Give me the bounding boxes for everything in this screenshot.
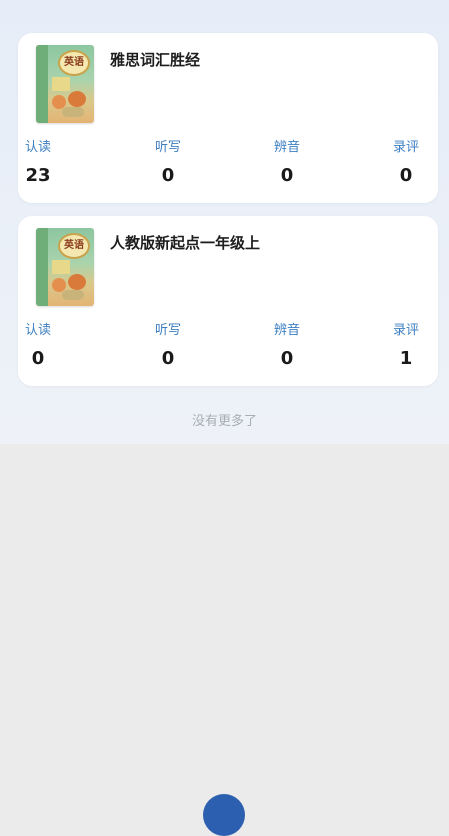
stat-label: 听写	[154, 140, 181, 155]
cover-label	[52, 260, 70, 274]
stat-label: 录评	[392, 323, 419, 338]
stat-label: 听写	[154, 323, 181, 338]
stat-phonics[interactable]: 辨音 0	[247, 138, 327, 188]
cover-label	[52, 77, 70, 91]
book-title: 人教版新起点一年级上	[110, 234, 261, 252]
stat-value: 0	[161, 165, 175, 186]
stat-label: 辨音	[273, 323, 300, 338]
no-more-text: 没有更多了	[191, 414, 257, 429]
cover-badge: 英语	[58, 50, 90, 76]
stat-value: 0	[31, 348, 45, 369]
book-cover-image: 英语	[36, 45, 94, 123]
stat-recording[interactable]: 录评 0	[366, 138, 446, 188]
stat-label: 辨音	[273, 140, 300, 155]
cover-badge: 英语	[58, 233, 90, 259]
stat-dictation[interactable]: 听写 0	[128, 138, 208, 188]
stat-value: 23	[25, 165, 51, 186]
stat-value: 1	[399, 348, 413, 369]
stat-label: 认读	[24, 323, 51, 338]
stat-dictation[interactable]: 听写 0	[128, 321, 208, 371]
stat-phonics[interactable]: 辨音 0	[247, 321, 327, 371]
stat-recording[interactable]: 录评 1	[366, 321, 446, 371]
stat-read[interactable]: 认读 23	[0, 138, 78, 188]
stat-value: 0	[280, 165, 294, 186]
stat-value: 0	[399, 165, 413, 186]
book-stats: 认读 23 听写 0 辨音 0 录评 0	[18, 138, 438, 198]
book-card[interactable]: 英语 人教版新起点一年级上 认读 0 听写 0 辨音 0 录评 1	[18, 216, 438, 386]
stat-label: 录评	[392, 140, 419, 155]
stat-value: 0	[161, 348, 175, 369]
book-card[interactable]: 英语 雅思词汇胜经 认读 23 听写 0 辨音 0 录评 0	[18, 33, 438, 203]
book-stats: 认读 0 听写 0 辨音 0 录评 1	[18, 321, 438, 381]
book-title: 雅思词汇胜经	[110, 51, 201, 69]
floating-action-button[interactable]	[203, 794, 245, 836]
book-cover-image: 英语	[36, 228, 94, 306]
book-list-panel: 英语 雅思词汇胜经 认读 23 听写 0 辨音 0 录评 0 英语 人教版新起点…	[0, 0, 449, 444]
stat-read[interactable]: 认读 0	[0, 321, 78, 371]
stat-label: 认读	[24, 140, 51, 155]
stat-value: 0	[280, 348, 294, 369]
